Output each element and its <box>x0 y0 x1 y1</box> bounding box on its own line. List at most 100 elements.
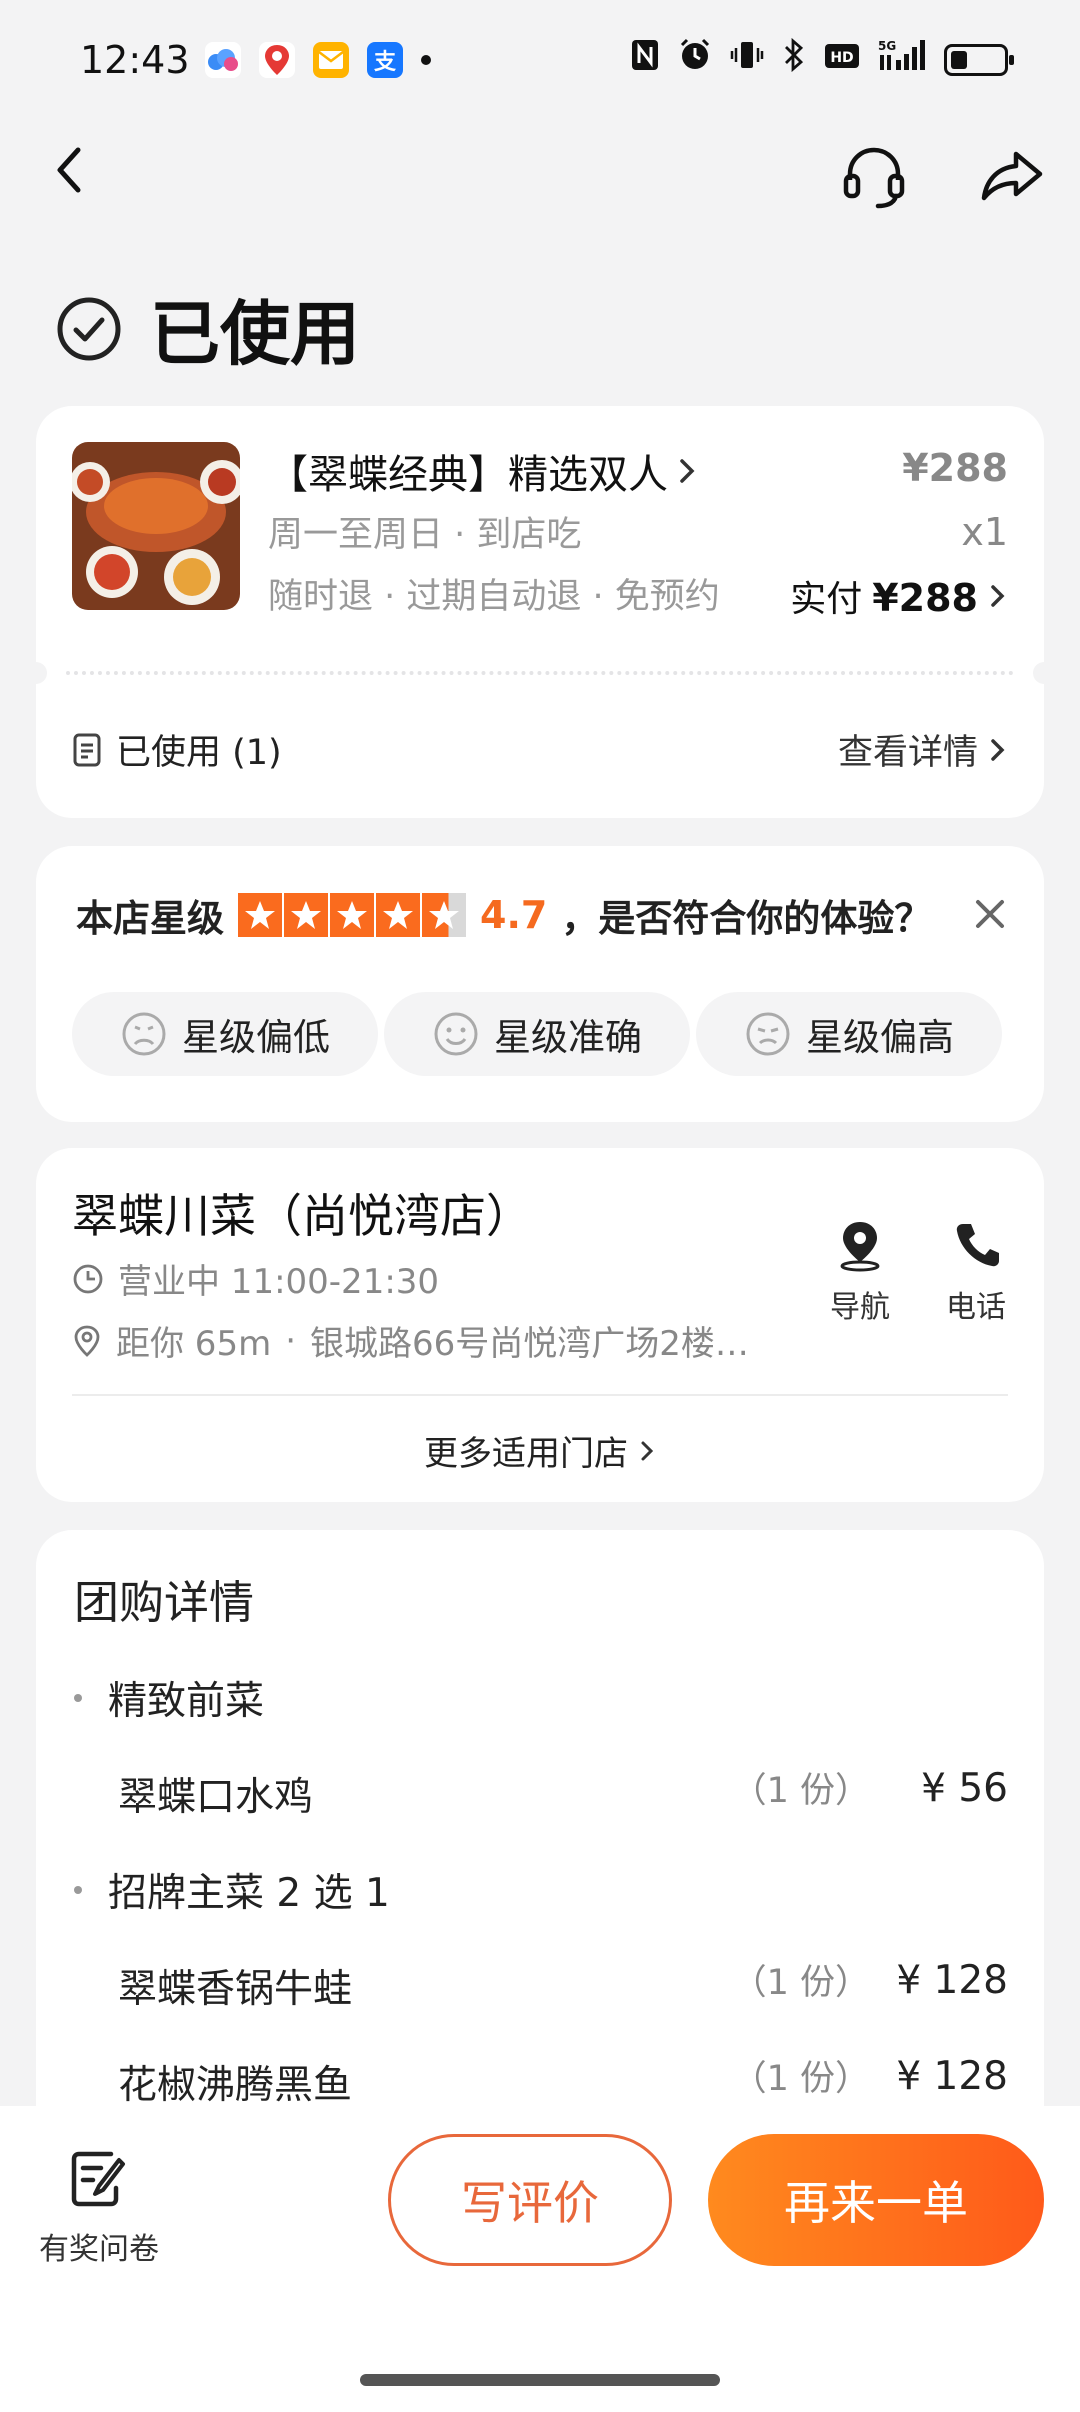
alipay-app-icon: 支 <box>367 42 403 78</box>
status-app-icons: 支 <box>205 42 431 78</box>
more-stores-link[interactable]: 更多适用门店 <box>36 1426 1044 1475</box>
check-circle-icon <box>57 297 121 360</box>
rating-header: 本店星级 4.7 ，是否符合你的体验？ <box>76 888 931 942</box>
clock-icon <box>73 1264 103 1293</box>
annoyed-face-icon <box>746 1012 790 1056</box>
package-item-count: （1 份） <box>731 2059 870 2099</box>
star-rating <box>238 893 466 937</box>
star-icon <box>238 893 282 937</box>
more-notifications-dot <box>421 55 431 65</box>
rating-high-button[interactable]: 星级偏高 <box>696 992 1002 1076</box>
location-pin-icon <box>74 1325 100 1357</box>
package-title: 团购详情 <box>74 1576 255 1629</box>
package-item-name: 翠蝶香锅牛蛙 <box>118 1967 353 2012</box>
page-header: 已使用 <box>56 278 360 379</box>
sad-face-icon <box>122 1012 166 1056</box>
deal-quantity: x1 <box>961 510 1008 554</box>
home-indicator[interactable] <box>360 2374 720 2386</box>
rating-label: 本店星级 <box>76 897 224 940</box>
navigate-button[interactable]: 导航 <box>814 1218 906 1326</box>
star-icon <box>284 893 328 937</box>
page-title: 已使用 <box>150 293 360 375</box>
deal-name-link[interactable]: 【翠蝶经典】精选双人 <box>268 442 698 500</box>
rating-low-button[interactable]: 星级偏低 <box>72 992 378 1076</box>
rating-question: ，是否符合你的体验？ <box>561 897 932 940</box>
store-hours-text: 营业中 11:00-21:30 <box>118 1262 440 1302</box>
share-button[interactable] <box>976 140 1048 212</box>
vibrate-icon <box>730 38 764 81</box>
bullet-icon <box>74 1694 82 1702</box>
mail-app-icon <box>313 42 349 78</box>
package-item-price: ¥ 128 <box>896 2054 1008 2099</box>
rating-options: 星级偏低 星级准确 星级偏高 <box>72 992 1002 1076</box>
headset-icon <box>843 147 905 209</box>
ticket-perforation <box>25 662 1055 684</box>
used-status-row: 已使用 (1) <box>72 724 282 775</box>
write-review-button[interactable]: 写评价 <box>388 2134 672 2266</box>
status-bar: 12:43 支 HD 5G <box>0 0 1080 130</box>
package-item-name: 翠蝶口水鸡 <box>118 1775 314 1820</box>
bullet-icon <box>74 1886 82 1894</box>
survey-button[interactable]: 有奖问卷 <box>34 2148 164 2268</box>
chevron-right-icon <box>991 585 1005 607</box>
used-count-label: 已使用 (1) <box>116 733 282 773</box>
star-icon <box>376 893 420 937</box>
store-name[interactable]: 翠蝶川菜（尚悦湾店） <box>72 1180 532 1246</box>
rating-accurate-button[interactable]: 星级准确 <box>384 992 690 1076</box>
bluetooth-icon <box>782 37 806 81</box>
bottom-action-bar: 有奖问卷 写评价 再来一单 <box>0 2106 1080 2412</box>
package-item-count: （1 份） <box>731 1963 870 2003</box>
store-address-text: 银城路66号尚悦湾广场2楼… <box>310 1324 749 1364</box>
signal-5g-icon: 5G <box>878 38 926 81</box>
order-card: 【翠蝶经典】精选双人 周一至周日 · 到店吃 随时退 · 过期自动退 · 免预约… <box>25 406 1055 818</box>
package-item-price: ¥ 128 <box>896 1958 1008 2003</box>
reorder-button[interactable]: 再来一单 <box>708 2134 1044 2266</box>
navigate-label: 导航 <box>830 1290 890 1325</box>
chevron-left-icon <box>57 147 81 193</box>
deal-price: ¥288 <box>902 446 1008 490</box>
package-item-name: 花椒沸腾黑鱼 <box>118 2063 353 2108</box>
battery-icon <box>944 43 1014 76</box>
paid-amount-link[interactable]: 实付 ¥288 <box>790 570 1008 622</box>
svg-text:HD: HD <box>830 50 853 66</box>
call-label: 电话 <box>946 1290 1006 1325</box>
map-pin-app-icon <box>259 42 295 78</box>
cloud-app-icon <box>205 42 241 78</box>
chevron-right-icon <box>680 459 695 483</box>
call-button[interactable]: 电话 <box>930 1218 1022 1326</box>
hd-icon: HD <box>824 40 860 80</box>
svg-text:5G: 5G <box>878 39 896 53</box>
customer-service-button[interactable] <box>838 140 910 212</box>
survey-label: 有奖问卷 <box>39 2232 159 2267</box>
deal-name: 【翠蝶经典】精选双人 <box>268 452 668 498</box>
package-item-price: ¥ 56 <box>921 1766 1008 1811</box>
rating-high-label: 星级偏高 <box>806 1016 954 1059</box>
back-button[interactable] <box>44 140 104 200</box>
close-icon <box>976 900 1004 928</box>
navigation-pin-icon <box>840 1222 880 1272</box>
store-address[interactable]: 距你 65m · 银城路66号尚悦湾广场2楼… <box>72 1316 749 1365</box>
package-item: 花椒沸腾黑鱼 （1 份） ¥ 128 <box>118 2054 1008 2110</box>
survey-edit-icon <box>71 2151 125 2207</box>
status-system-icons: HD 5G <box>630 37 1014 81</box>
package-item-count: （1 份） <box>731 1771 870 1811</box>
deal-thumbnail[interactable] <box>72 442 240 610</box>
package-item: 翠蝶香锅牛蛙 （1 份） ¥ 128 <box>118 1958 1008 2014</box>
chevron-right-icon <box>641 1441 654 1460</box>
view-details-link[interactable]: 查看详情 <box>838 724 1008 775</box>
package-section: 精致前菜 <box>74 1670 264 1726</box>
share-arrow-icon <box>981 151 1043 201</box>
smile-face-icon <box>434 1012 478 1056</box>
deal-policy: 随时退 · 过期自动退 · 免预约 <box>268 577 720 617</box>
rating-feedback-card: 本店星级 4.7 ，是否符合你的体验？ 星级偏低 星级准确 星级偏高 <box>36 846 1044 1122</box>
rating-score: 4.7 <box>480 893 548 937</box>
deal-schedule: 周一至周日 · 到店吃 <box>268 515 582 555</box>
paid-amount: ¥288 <box>872 576 978 620</box>
status-time: 12:43 <box>80 38 190 82</box>
rating-accurate-label: 星级准确 <box>494 1016 642 1059</box>
close-rating-button[interactable] <box>972 896 1008 932</box>
package-item: 翠蝶口水鸡 （1 份） ¥ 56 <box>118 1766 1008 1822</box>
document-icon <box>73 733 101 766</box>
store-card: 翠蝶川菜（尚悦湾店） 营业中 11:00-21:30 距你 65m · 银城路6… <box>36 1148 1044 1502</box>
star-icon <box>330 893 374 937</box>
